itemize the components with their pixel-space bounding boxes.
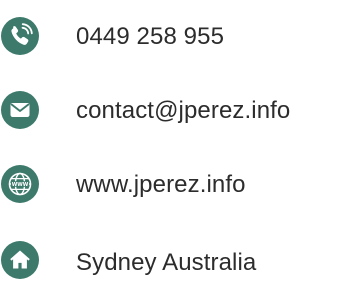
globe-icon: WWW	[0, 164, 40, 204]
email-address: contact@jperez.info	[76, 97, 291, 124]
email-icon	[0, 90, 40, 130]
address: Sydney Australia	[76, 249, 257, 276]
svg-text:WWW: WWW	[12, 182, 29, 188]
phone-number: 0449 258 955	[76, 23, 225, 50]
contact-list: 0449 258 955 contact@jperez.info WWW www…	[0, 0, 361, 280]
phone-icon	[0, 16, 40, 56]
website-url: www.jperez.info	[76, 171, 246, 198]
home-icon	[0, 240, 40, 280]
